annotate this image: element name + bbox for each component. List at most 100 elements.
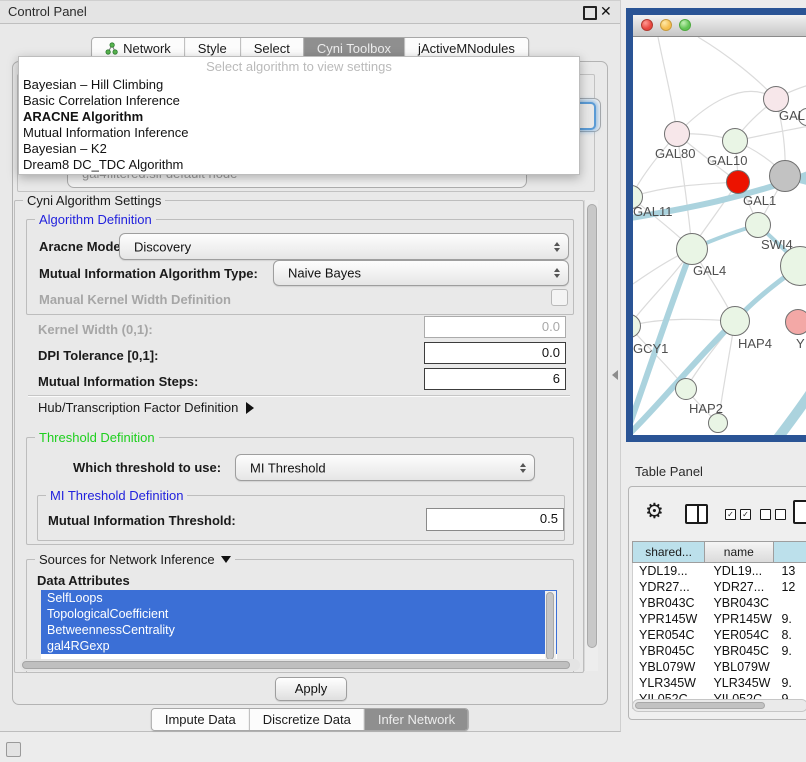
node-label-gal11: GAL11 [633,204,673,219]
sources-group-title[interactable]: Sources for Network Inference [35,552,235,567]
manual-kernel-label: Manual Kernel Width Definition [39,292,231,307]
algorithm-definition-group: Algorithm Definition Aracne Mode: Discov… [26,219,574,315]
table-cell: YBR045C [633,643,705,659]
network-node-hap2[interactable] [675,378,697,400]
table-cell: YBR043C [633,595,705,611]
hub-definition-toggle[interactable]: Hub/Transcription Factor Definition [38,400,254,415]
node-label-gal4: GAL4 [693,263,726,278]
expanded-arrow-icon [221,556,231,563]
table-row[interactable]: YDR27...YDR27...12 [633,579,806,595]
table-row[interactable]: YBR045CYBR045C9. [633,643,806,659]
table-cell: YPR145W [633,611,705,627]
attribute-item-selfloops[interactable]: SelfLoops [41,590,557,606]
algorithm-option-basic-correlation-inference[interactable]: Basic Correlation Inference [19,93,579,109]
aracne-mode-value: Discovery [134,239,191,254]
algorithm-option-bayesian-hill-climbing[interactable]: Bayesian – Hill Climbing [19,77,579,93]
column-header-name[interactable]: name [705,541,773,563]
table-cell [773,595,806,611]
network-node-gal4[interactable] [676,233,708,265]
algorithm-option-bayesian-k2[interactable]: Bayesian – K2 [19,141,579,157]
network-node[interactable] [708,413,728,433]
network-node-gal80[interactable] [664,121,690,147]
minimize-traffic-light[interactable] [660,19,672,31]
mini-window-icon[interactable] [6,742,21,757]
data-attributes-list[interactable]: SelfLoopsTopologicalCoefficientBetweenne… [41,590,557,666]
table-cell: YBL079W [633,659,705,675]
network-node-gal10[interactable] [722,128,748,154]
dpi-tolerance-label: DPI Tolerance [0,1]: [38,348,158,363]
table-row[interactable]: YBR043CYBR043C [633,595,806,611]
mi-steps-label: Mutual Information Steps: [38,374,198,389]
split-column-icon[interactable] [685,504,708,524]
algorithm-option-aracne-algorithm[interactable]: ARACNE Algorithm [19,109,579,125]
which-threshold-value: MI Threshold [250,460,326,475]
table-cell: YPR145W [705,611,773,627]
network-node-gal1[interactable] [726,170,750,194]
close-icon[interactable]: ✕ [600,3,612,20]
algorithm-definition-title: Algorithm Definition [35,212,156,227]
list-scrollbar[interactable] [545,591,556,665]
network-node-swi4[interactable] [745,212,771,238]
export-table-icon[interactable] [793,500,806,524]
mi-threshold-input[interactable]: 0.5 [426,508,564,531]
column-header-clipped[interactable] [774,541,806,563]
settings-vertical-scrollbar[interactable] [584,200,598,671]
table-cell: YDR27... [705,579,773,595]
mi-type-label: Mutual Information Algorithm Type: [39,266,258,281]
collapsed-arrow-icon [246,402,254,414]
kernel-width-input[interactable]: 0.0 [424,316,566,338]
dpi-tolerance-input[interactable]: 0.0 [424,342,566,364]
table-cell: 9. [773,675,806,691]
settings-horizontal-scrollbar[interactable] [20,659,580,671]
combo-stepper-icon [554,268,560,278]
table-cell: 9. [773,643,806,659]
deselect-all-columns-icon[interactable] [760,509,786,520]
combo-stepper-icon [520,463,526,473]
tab-impute-data[interactable]: Impute Data [152,709,249,730]
attribute-item-betweennesscentrality[interactable]: BetweennessCentrality [41,622,557,638]
gear-icon[interactable]: ⚙ [645,499,664,524]
network-view-window: GALGAL80GAL10GAL1GAL11SWI4GAL4GCY1HAP4YH… [626,8,806,442]
float-window-icon[interactable] [583,6,597,20]
network-canvas[interactable]: GALGAL80GAL10GAL1GAL11SWI4GAL4GCY1HAP4YH… [633,37,806,435]
network-node[interactable] [769,160,801,192]
manual-kernel-checkbox[interactable] [551,289,568,306]
zoom-traffic-light[interactable] [679,19,691,31]
column-header-shared[interactable]: shared... [632,541,705,563]
algorithm-option-mutual-information-inference[interactable]: Mutual Information Inference [19,125,579,141]
table-row[interactable]: YBL079WYBL079W [633,659,806,675]
cyni-algorithm-settings-panel: Cyni Algorithm Settings Algorithm Defini… [14,193,598,673]
table-row[interactable]: YPR145WYPR145W9. [633,611,806,627]
node-label-hap4: HAP4 [738,336,772,351]
tab-discretize-data[interactable]: Discretize Data [249,709,364,730]
table-panel: ⚙ ✓✓ shared...name YDL19...YDL19...13YDR… [628,486,806,720]
table-row[interactable]: YLR345WYLR345W9. [633,675,806,691]
attribute-item-gal4rgexp[interactable]: gal4RGexp [41,638,557,654]
apply-button[interactable]: Apply [275,677,347,701]
network-node-y[interactable] [785,309,806,335]
table-row[interactable]: YER054CYER054C8. [633,627,806,643]
data-attributes-label: Data Attributes [37,573,130,588]
table-horizontal-scrollbar[interactable] [632,699,806,712]
node-label-gal10: GAL10 [707,153,747,168]
which-threshold-combo[interactable]: MI Threshold [235,454,535,481]
mi-type-combo[interactable]: Naive Bayes [273,260,569,286]
screen: { "control_panel": { "title": "Control P… [0,0,806,762]
network-node-hap4[interactable] [720,306,750,336]
algorithm-dropdown-popup: Select algorithm to view settings Bayesi… [18,56,580,175]
splitter-collapse-arrow[interactable] [612,370,618,380]
table-cell: YBL079W [705,659,773,675]
tab-infer-network[interactable]: Infer Network [364,709,468,730]
attribute-item-topologicalcoefficient[interactable]: TopologicalCoefficient [41,606,557,622]
which-threshold-label: Which threshold to use: [73,460,221,475]
table-body: YDL19...YDL19...13YDR27...YDR27...12YBR0… [632,563,806,709]
kernel-width-label: Kernel Width (0,1): [38,322,153,337]
table-cell: 13 [773,563,806,579]
select-all-columns-icon[interactable]: ✓✓ [725,509,751,520]
network-icon [105,42,118,55]
algorithm-option-dream8-dc-tdc-algorithm[interactable]: Dream8 DC_TDC Algorithm [19,157,579,173]
table-row[interactable]: YDL19...YDL19...13 [633,563,806,579]
mi-steps-input[interactable]: 6 [424,368,566,390]
aracne-mode-combo[interactable]: Discovery [119,233,569,260]
close-traffic-light[interactable] [641,19,653,31]
